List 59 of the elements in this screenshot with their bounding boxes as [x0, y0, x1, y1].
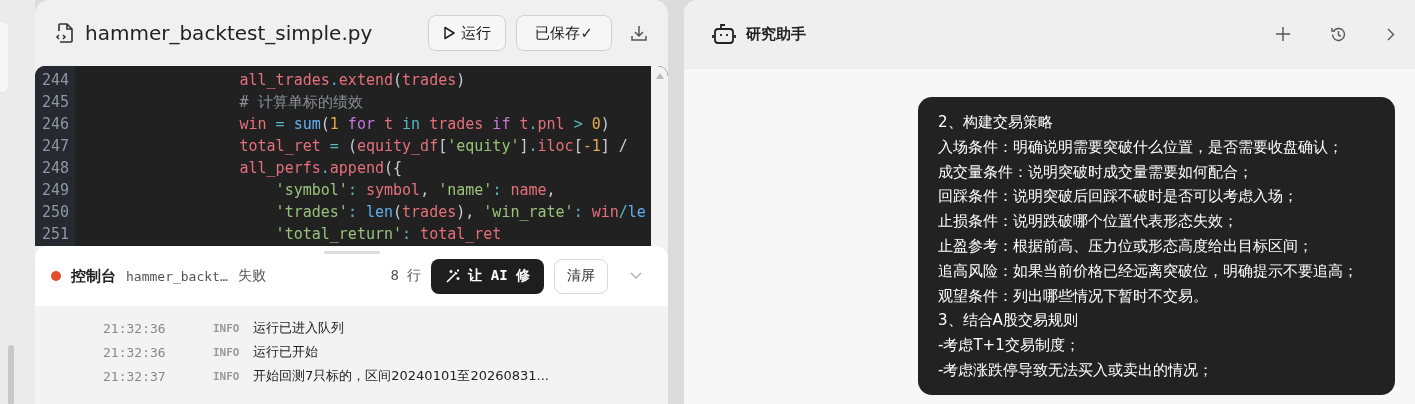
code-line: all_perfs.append({	[238, 158, 403, 179]
message-line: 2、构建交易策略	[938, 112, 1054, 133]
file-name: hammer_backtest_simple.py	[85, 21, 374, 45]
line-number: 244	[40, 70, 69, 91]
play-icon	[443, 26, 456, 40]
message-line: -考虑T+1交易制度；	[938, 335, 1081, 357]
chevron-down-icon[interactable]	[630, 272, 642, 280]
run-status: 失败	[237, 267, 266, 285]
log-time: 21:32:37	[103, 368, 167, 384]
ai-fix-button[interactable]: 让 AI 修	[431, 258, 544, 294]
download-icon[interactable]	[630, 24, 648, 42]
line-number: 250	[40, 202, 69, 223]
history-icon[interactable]	[1330, 25, 1347, 43]
message-line: 3、结合A股交易规则	[938, 310, 1079, 332]
line-count: 8 行	[390, 267, 422, 285]
line-number: 248	[40, 158, 69, 179]
line-number: 247	[40, 136, 69, 157]
log-level: INFO	[213, 345, 241, 359]
log-level: INFO	[213, 321, 241, 335]
console-file-name: hammer_backt…	[126, 268, 228, 284]
line-number: 249	[40, 180, 69, 201]
line-number: 245	[40, 92, 69, 113]
log-time: 21:32:36	[103, 320, 167, 336]
drag-handle[interactable]	[323, 251, 380, 254]
log-time: 21:32:36	[103, 344, 167, 360]
magic-wand-icon	[445, 268, 462, 284]
plus-icon[interactable]	[1276, 27, 1290, 41]
code-file-icon	[55, 22, 75, 44]
log-message: 开始回测7只标的，区间20240101至20260831...	[253, 367, 549, 385]
log-message: 运行已进入队列	[253, 319, 344, 337]
message-line: 回踩条件：说明突破后回踩不破时是否可以考虑入场；	[938, 186, 1299, 208]
panel-title: 研究助手	[746, 24, 806, 44]
chevron-right-icon[interactable]	[1387, 27, 1395, 41]
console-title: 控制台	[71, 266, 116, 286]
message-line: 入场条件：明确说明需要突破什么位置，是否需要收盘确认；	[938, 136, 1344, 158]
message-line: 止损条件：说明跌破哪个位置代表形态失效；	[938, 211, 1239, 233]
line-number: 246	[40, 114, 69, 135]
robot-icon	[712, 23, 736, 45]
code-line: 'symbol': symbol, 'name': name,	[274, 180, 556, 201]
code-line: # 计算单标的绩效	[238, 92, 363, 113]
line-number: 251	[40, 224, 69, 245]
code-line: 'trades': len(trades), 'win_rate': win/le	[274, 202, 646, 223]
message-line: 追高风险：如果当前价格已经远离突破位，明确提示不要追高；	[938, 260, 1359, 282]
code-line: total_ret = (equity_df['equity'].iloc[-1] /	[238, 136, 629, 157]
code-editor[interactable]	[35, 66, 668, 246]
code-line: win = sum(1 for t in trades if t.pnl > 0)	[238, 114, 610, 135]
log-message: 运行已开始	[253, 343, 318, 361]
code-line: 'total_return': total_ret	[274, 224, 502, 245]
message-line: 成交量条件：说明突破时成交量需要如何配合；	[938, 161, 1254, 183]
message-line: -考虑涨跌停导致无法买入或卖出的情况；	[938, 359, 1215, 381]
code-line: all_trades.extend(trades)	[238, 70, 466, 91]
message-line: 止盈参考：根据前高、压力位或形态高度给出目标区间；	[938, 236, 1314, 257]
log-level: INFO	[213, 369, 241, 383]
save-button[interactable]: 已保存✓	[516, 15, 612, 51]
scrollbar[interactable]	[651, 66, 668, 246]
message-line: 观望条件：列出哪些情况下暂时不交易。	[938, 285, 1209, 307]
clear-button[interactable]: 清屏	[554, 258, 608, 294]
run-button[interactable]: 运行	[428, 15, 507, 51]
scrollbar[interactable]	[8, 345, 14, 404]
